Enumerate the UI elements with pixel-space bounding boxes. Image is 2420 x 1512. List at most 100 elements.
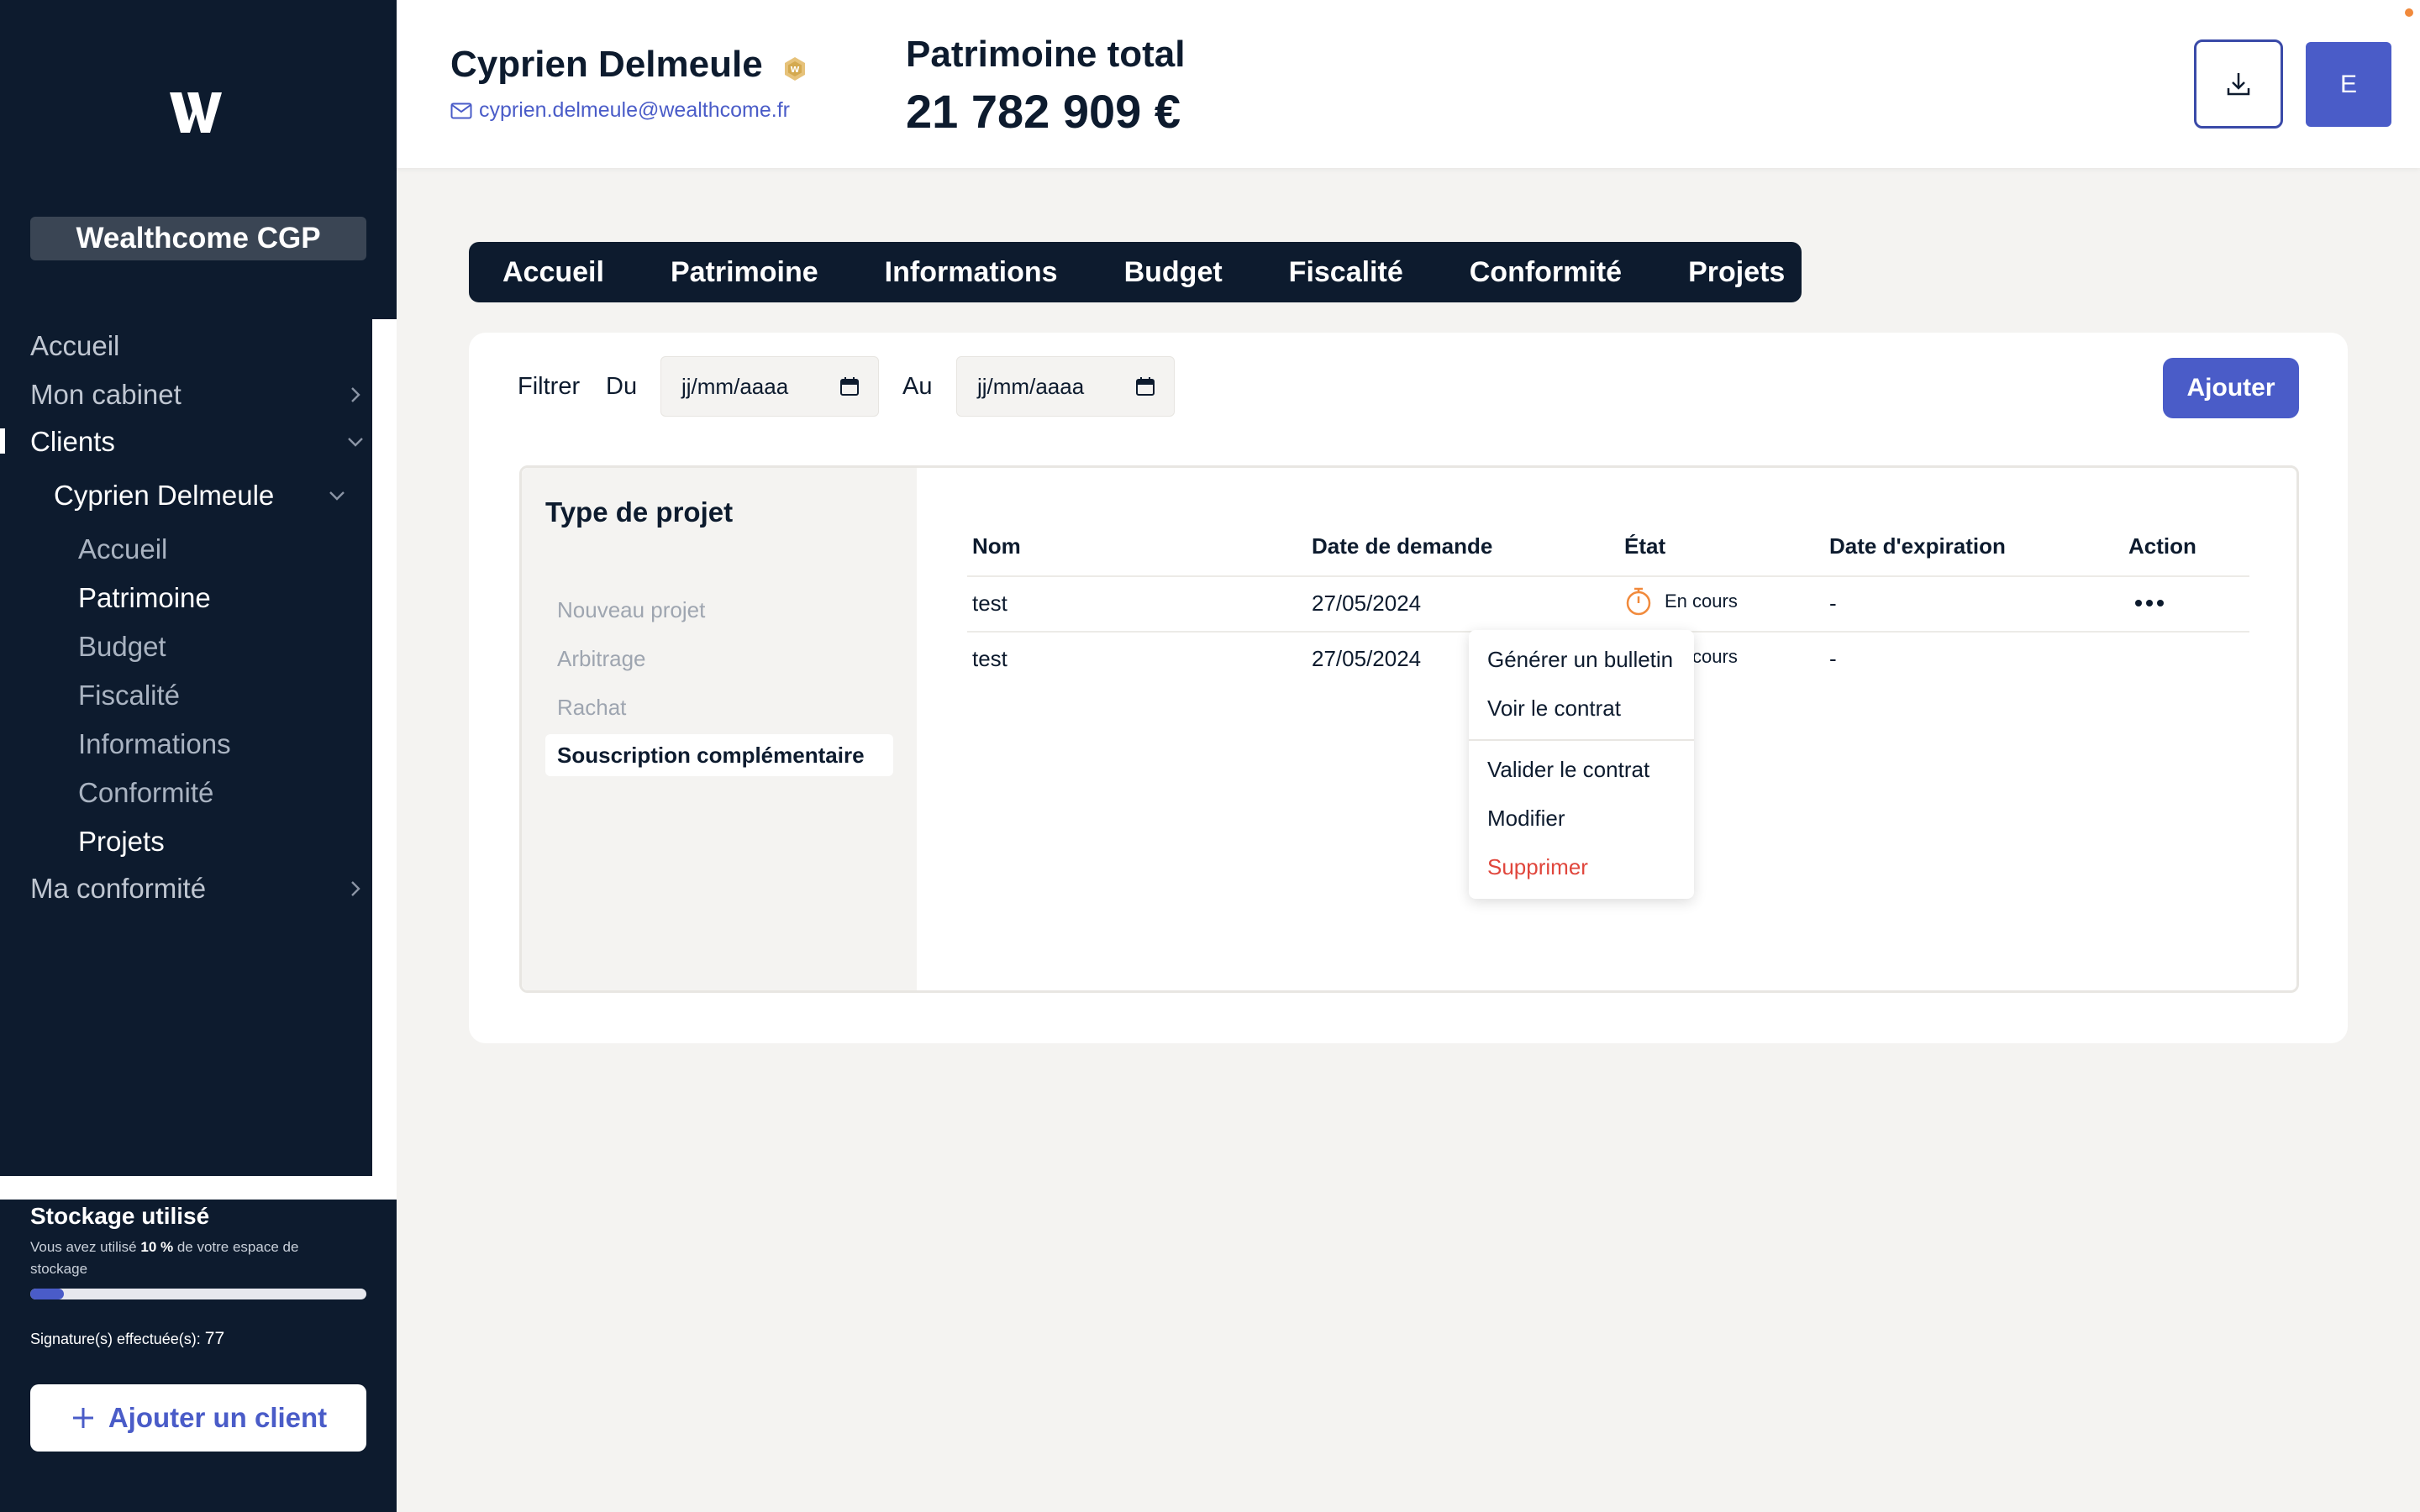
sidebar-subitem-budget[interactable]: Budget (78, 628, 330, 665)
sidebar-subitem-fiscalite[interactable]: Fiscalité (78, 677, 330, 714)
wealthcome-logo-icon[interactable] (166, 87, 227, 138)
sidebar-subitem-accueil[interactable]: Accueil (78, 531, 330, 568)
cell-nom: test (972, 646, 1007, 671)
table-divider (967, 575, 2249, 577)
sidebar-subitem-label: Conformité (78, 777, 214, 808)
chevron-down-icon (329, 491, 345, 501)
project-type-arbitrage[interactable]: Arbitrage (545, 638, 893, 680)
sidebar-item-label: Accueil (30, 330, 120, 361)
row-action-menu-button[interactable] (2128, 591, 2170, 616)
add-client-label: Ajouter un client (108, 1402, 328, 1433)
sidebar: Wealthcome CGP Accueil Mon cabinet Clien… (0, 0, 397, 1512)
cell-nom: test (972, 591, 1007, 616)
sidebar-scrollbar[interactable] (372, 319, 397, 1176)
project-type-column: Type de projet Nouveau projet Arbitrage … (522, 468, 917, 990)
tab-accueil[interactable]: Accueil (502, 256, 604, 289)
sidebar-item-mon-cabinet[interactable]: Mon cabinet (30, 376, 366, 413)
menu-item-supprimer[interactable]: Supprimer (1487, 854, 1588, 880)
project-type-nouveau-projet[interactable]: Nouveau projet (545, 589, 893, 631)
projects-card: Filtrer Du jj/mm/aaaa Au jj/mm/aaaa Ajou… (469, 333, 2348, 1043)
mail-icon (450, 102, 472, 118)
storage-description: Vous avez utilisé 10 % de votre espace d… (30, 1236, 350, 1280)
client-header: Cyprien Delmeule W cyprien.delmeule@weal… (397, 0, 2420, 168)
download-button[interactable] (2194, 39, 2283, 129)
storage-progress-fill (30, 1289, 64, 1299)
storage-title: Stockage utilisé (30, 1203, 210, 1229)
sidebar-subitem-label: Budget (78, 631, 166, 662)
storage-text-before: Vous avez utilisé (30, 1239, 141, 1255)
sidebar-divider (0, 1176, 397, 1200)
active-nav-marker (0, 428, 5, 454)
add-client-button[interactable]: Ajouter un client (30, 1384, 366, 1452)
cell-date-demande: 27/05/2024 (1312, 646, 1422, 671)
sidebar-subitem-informations[interactable]: Informations (78, 726, 330, 763)
sidebar-subitem-patrimoine[interactable]: Patrimoine (78, 580, 330, 617)
cell-date-expiration: - (1829, 646, 1837, 671)
to-date-input[interactable]: jj/mm/aaaa (956, 356, 1175, 417)
download-icon (2227, 73, 2250, 96)
project-type-title: Type de projet (545, 496, 734, 528)
sidebar-subitem-label: Patrimoine (78, 582, 211, 613)
add-project-button[interactable]: Ajouter (2163, 358, 2299, 418)
sidebar-item-clients[interactable]: Clients (30, 423, 366, 460)
calendar-icon[interactable] (1135, 376, 1155, 396)
tab-fiscalite[interactable]: Fiscalité (1289, 256, 1403, 289)
tab-budget[interactable]: Budget (1124, 256, 1223, 289)
status-text: En cours (1665, 591, 1738, 612)
menu-divider (1469, 739, 1694, 741)
column-header-etat: État (1624, 533, 1666, 559)
sidebar-item-label: Cyprien Delmeule (54, 480, 275, 511)
storage-percent: 10 % (140, 1239, 174, 1255)
filter-label: Filtrer (518, 373, 581, 400)
premium-badge-icon: W (785, 57, 805, 81)
storage-progress-bar (30, 1289, 366, 1299)
sidebar-item-accueil[interactable]: Accueil (30, 328, 366, 365)
total-wealth-label: Patrimoine total (906, 34, 1186, 75)
row-action-dropdown: Générer un bulletin Voir le contrat Vali… (1469, 630, 1694, 899)
to-date-label: Au (902, 373, 933, 400)
from-date-input[interactable]: jj/mm/aaaa (660, 356, 879, 417)
column-header-date-demande: Date de demande (1312, 533, 1493, 559)
cell-date-expiration: - (1829, 591, 1837, 616)
chevron-right-icon (351, 387, 360, 402)
dot-icon (2146, 600, 2153, 606)
client-email-link[interactable]: cyprien.delmeule@wealthcome.fr (450, 98, 790, 123)
signatures-number: 77 (204, 1329, 225, 1348)
client-email-text: cyprien.delmeule@wealthcome.fr (479, 98, 790, 122)
from-date-label: Du (606, 373, 638, 400)
menu-item-modifier[interactable]: Modifier (1487, 806, 1565, 832)
menu-item-voir-contrat[interactable]: Voir le contrat (1487, 696, 1621, 722)
sidebar-item-client-cyprien[interactable]: Cyprien Delmeule (54, 477, 348, 514)
client-tabs: Accueil Patrimoine Informations Budget F… (469, 242, 1802, 302)
menu-item-generer-bulletin[interactable]: Générer un bulletin (1487, 647, 1673, 673)
project-type-rachat[interactable]: Rachat (545, 686, 893, 728)
plus-icon (72, 1408, 93, 1428)
sidebar-item-label: Ma conformité (30, 873, 207, 904)
user-avatar-button[interactable]: E (2306, 42, 2391, 127)
sidebar-subitem-conformite[interactable]: Conformité (78, 774, 330, 811)
calendar-icon[interactable] (839, 376, 860, 396)
tab-projets[interactable]: Projets (1688, 256, 1785, 289)
sidebar-item-label: Mon cabinet (30, 379, 182, 410)
from-date-placeholder: jj/mm/aaaa (681, 373, 789, 399)
tab-informations[interactable]: Informations (885, 256, 1058, 289)
total-wealth-value: 21 782 909 € (906, 85, 1181, 138)
sidebar-subitem-projets[interactable]: Projets (78, 823, 330, 860)
project-type-souscription-complementaire[interactable]: Souscription complémentaire (545, 734, 893, 776)
cell-date-demande: 27/05/2024 (1312, 591, 1422, 616)
sidebar-subitem-label: Accueil (78, 533, 168, 564)
sidebar-subitem-label: Fiscalité (78, 680, 181, 711)
notification-dot (2405, 8, 2413, 17)
tab-conformite[interactable]: Conformité (1470, 256, 1622, 289)
column-header-action: Action (2128, 533, 2196, 559)
menu-item-valider-contrat[interactable]: Valider le contrat (1487, 757, 1649, 783)
status-badge: En cours (1624, 586, 1738, 617)
dot-icon (2157, 600, 2164, 606)
sidebar-item-ma-conformite[interactable]: Ma conformité (30, 870, 366, 907)
chevron-down-icon (348, 438, 363, 447)
sidebar-item-label: Clients (30, 426, 115, 457)
tab-patrimoine[interactable]: Patrimoine (671, 256, 818, 289)
projects-panel: Type de projet Nouveau projet Arbitrage … (519, 465, 2299, 993)
timer-icon (1626, 587, 1651, 616)
column-header-nom: Nom (972, 533, 1021, 559)
